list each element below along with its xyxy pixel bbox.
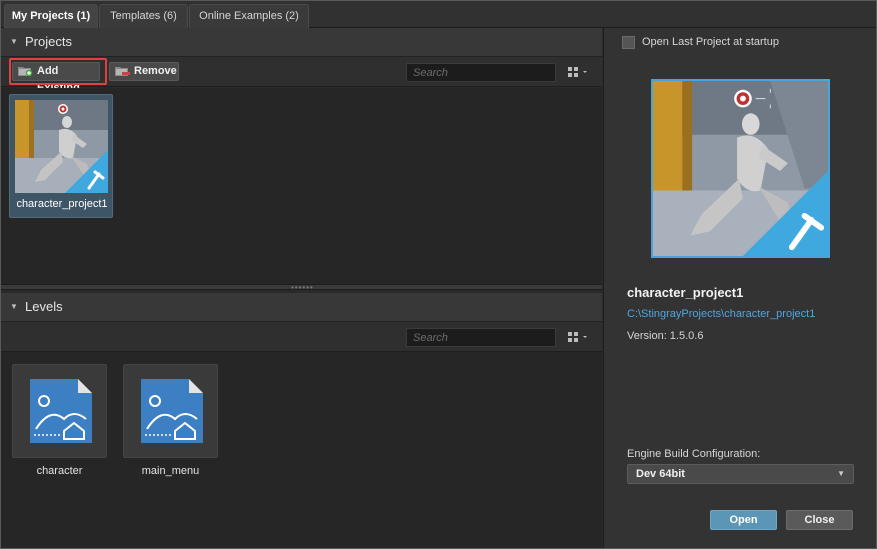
open-button[interactable]: Open xyxy=(710,510,777,530)
engine-config-label: Engine Build Configuration: xyxy=(627,448,761,460)
tab-bar: My Projects (1) Templates (6) Online Exa… xyxy=(1,1,876,28)
project-thumbnail-image xyxy=(15,100,108,193)
levels-toolbar xyxy=(1,322,602,352)
tab-online-examples[interactable]: Online Examples (2) xyxy=(189,4,309,28)
tab-my-projects[interactable]: My Projects (1) xyxy=(4,4,98,28)
engine-config-value: Dev 64bit xyxy=(636,468,685,480)
projects-header[interactable]: ▼ Projects xyxy=(1,28,602,57)
project-version: Version: 1.5.0.6 xyxy=(627,330,704,342)
close-button[interactable]: Close xyxy=(786,510,853,530)
levels-search-input[interactable] xyxy=(406,328,556,347)
view-mode-grid-icon[interactable] xyxy=(566,328,592,347)
level-file-icon xyxy=(141,379,203,443)
chevron-down-icon: ▼ xyxy=(10,302,18,311)
remove-label: Remove xyxy=(134,65,177,77)
splitter-grip-icon: •••••• xyxy=(291,283,314,292)
tab-templates[interactable]: Templates (6) xyxy=(99,4,188,28)
project-name-label: character_project1 xyxy=(16,198,108,210)
highlight-box xyxy=(9,58,107,85)
projects-toolbar: Add Existing Remove xyxy=(1,57,602,94)
folder-remove-icon xyxy=(115,67,130,76)
level-name-label: main_menu xyxy=(141,465,200,477)
project-details-panel: Open Last Project at startup character_p… xyxy=(603,28,876,548)
chevron-down-icon: ▼ xyxy=(837,469,845,478)
remove-button[interactable]: Remove xyxy=(109,62,179,81)
open-last-checkbox[interactable] xyxy=(622,36,635,49)
project-card[interactable]: character_project1 xyxy=(9,94,113,218)
projects-title: Projects xyxy=(25,34,72,49)
open-last-label: Open Last Project at startup xyxy=(642,36,779,48)
level-card-character[interactable] xyxy=(12,364,107,458)
level-name-label: character xyxy=(36,465,83,477)
project-path-link[interactable]: C:\StingrayProjects\character_project1 xyxy=(627,308,815,320)
chevron-down-icon: ▼ xyxy=(10,37,18,46)
level-card-main-menu[interactable] xyxy=(123,364,218,458)
panel-splitter[interactable]: •••••• xyxy=(1,283,602,292)
projects-panel: ▼ Projects Add Existing Remove xyxy=(1,28,602,548)
engine-config-select[interactable]: Dev 64bit ▼ xyxy=(627,464,854,484)
project-title: character_project1 xyxy=(627,285,744,300)
levels-header[interactable]: ▼ Levels xyxy=(1,293,602,322)
project-preview-image xyxy=(651,79,830,258)
projects-search-input[interactable] xyxy=(406,63,556,82)
level-file-icon xyxy=(30,379,92,443)
levels-title: Levels xyxy=(25,299,63,314)
view-mode-grid-icon[interactable] xyxy=(566,63,592,82)
